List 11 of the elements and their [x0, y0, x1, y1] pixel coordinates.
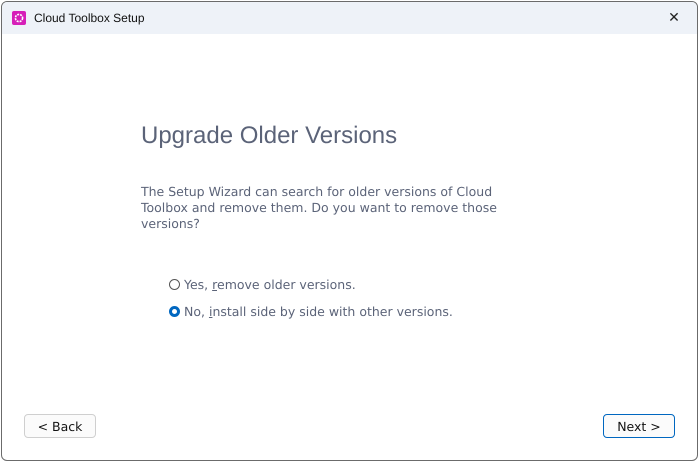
radio-option[interactable]: No, install side by side with other versions.: [169, 303, 561, 320]
radio-option[interactable]: Yes, remove older versions.: [169, 276, 561, 293]
radio-button[interactable]: [169, 279, 180, 290]
radio-button[interactable]: [169, 306, 180, 317]
description-text: The Setup Wizard can search for older versions of Cloud Toolbox and remove them. Do you want to remove those versions?: [141, 184, 498, 232]
app-icon: [12, 11, 26, 25]
next-button[interactable]: Next >: [603, 414, 675, 438]
back-button[interactable]: < Back: [24, 414, 96, 438]
close-button[interactable]: ✕: [651, 2, 697, 34]
page-heading: Upgrade Older Versions: [141, 122, 398, 150]
window-title: Cloud Toolbox Setup: [34, 11, 145, 25]
